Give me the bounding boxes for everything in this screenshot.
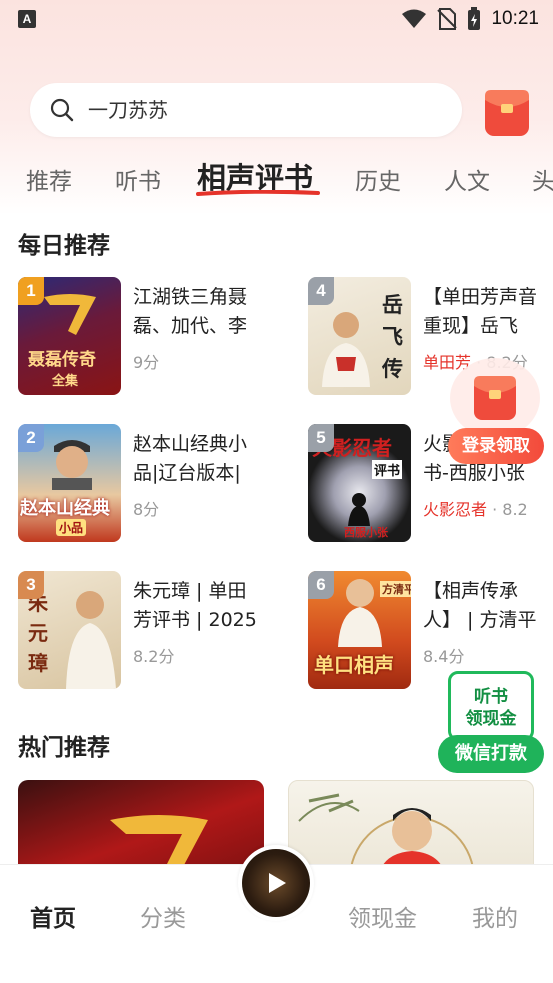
- nav-categories[interactable]: 分类: [140, 899, 186, 933]
- no-sim-icon: [437, 8, 458, 30]
- narrator-figure-icon: [322, 312, 370, 387]
- cover-char: 岳: [382, 292, 403, 317]
- rank-badge: 2: [18, 424, 44, 452]
- book-card[interactable]: 朱 元 璋 3 朱元璋 | 单田芳评书 | 2025 8.2分: [18, 571, 258, 689]
- book-card[interactable]: 聂磊传奇 全集 1 江湖铁三角聂磊、加代、李 9分: [18, 277, 258, 395]
- wechat-cash-promo[interactable]: 听书 领现金: [448, 671, 534, 741]
- search-icon: [50, 98, 74, 122]
- rank-badge: 6: [308, 571, 334, 599]
- floating-red-packet[interactable]: [450, 358, 540, 438]
- book-cover: 火影忍者 评书 西服小张 5: [308, 424, 411, 542]
- rank-badge: 5: [308, 424, 334, 452]
- cover-char: 璋: [28, 651, 48, 675]
- book-title: 【单田芳声音重现】岳飞: [423, 286, 538, 337]
- section-title-daily: 每日推荐: [18, 233, 110, 259]
- cover-title: 赵本山经典: [20, 498, 110, 519]
- book-author: 火影忍者: [423, 500, 488, 519]
- book-cover: 岳 飞 传 4: [308, 277, 411, 395]
- wechat-payout-button[interactable]: 微信打款: [438, 735, 544, 773]
- cover-author: 方清平: [380, 581, 411, 597]
- red-packet-icon: [474, 376, 516, 420]
- login-claim-button[interactable]: 登录领取: [448, 428, 544, 464]
- nav-home[interactable]: 首页: [30, 899, 76, 933]
- cover-char: 传: [382, 356, 403, 381]
- tab-active-underline: [196, 190, 320, 196]
- red-packet-icon[interactable]: [482, 84, 532, 138]
- ninja-silhouette-icon: [348, 493, 370, 526]
- status-time: 10:21: [491, 8, 539, 29]
- tab-headlines[interactable]: 头: [532, 162, 553, 196]
- book-score: 9分: [133, 353, 160, 372]
- status-icons: 10:21: [401, 6, 539, 32]
- book-cover: 方清平 单口相声 6: [308, 571, 411, 689]
- book-title: 【相声传承人】 | 方清平: [423, 580, 537, 631]
- promo-line: 领现金: [465, 709, 517, 729]
- rank-badge: 3: [18, 571, 44, 599]
- now-playing-button[interactable]: [238, 845, 314, 921]
- album-disc: [242, 849, 310, 917]
- tab-recommend[interactable]: 推荐: [26, 162, 72, 196]
- book-score: 8分: [133, 500, 160, 519]
- book-title: 赵本山经典小品|辽台版本|: [133, 433, 248, 484]
- search-bar[interactable]: 一刀苏苏: [30, 83, 462, 137]
- tab-history[interactable]: 历史: [355, 162, 401, 196]
- app-badge-icon: A: [18, 10, 36, 28]
- cover-char: 飞: [382, 324, 403, 349]
- rank-badge: 4: [308, 277, 334, 305]
- promo-line: 听书: [474, 687, 508, 707]
- comedian-figure-icon: [338, 579, 382, 647]
- battery-charging-icon: [468, 7, 481, 30]
- bottom-navigation: 首页 分类 领现金 我的: [0, 845, 553, 983]
- rank-badge: 1: [18, 277, 44, 305]
- cover-author: 西服小张: [344, 526, 388, 539]
- book-score: 8.2分: [133, 647, 175, 666]
- search-query: 一刀苏苏: [88, 98, 168, 122]
- cover-char: 元: [28, 621, 48, 645]
- tab-audiobook[interactable]: 听书: [115, 162, 161, 196]
- section-title-hot: 热门推荐: [18, 735, 110, 761]
- book-cover: 聂磊传奇 全集 1: [18, 277, 121, 395]
- book-cover: 赵本山经典 小品 2: [18, 424, 121, 542]
- cover-title: 单口相声: [314, 653, 394, 677]
- status-bar: A 10:21: [0, 0, 553, 40]
- cover-subtitle: 小品: [56, 519, 87, 536]
- cover-subtitle: 全集: [52, 374, 79, 389]
- book-title: 江湖铁三角聂磊、加代、李: [133, 286, 248, 337]
- play-icon: [269, 873, 286, 893]
- narrator-figure-icon: [66, 591, 116, 689]
- book-score: 8.2: [502, 500, 528, 519]
- logo-icon: [44, 294, 96, 335]
- category-tabs: 推荐 听书 相声评书 历史 人文 头: [0, 150, 553, 200]
- cover-subtitle: 评书: [372, 460, 403, 479]
- cover-title: 聂磊传奇: [28, 350, 96, 370]
- book-meta: 火影忍者 · 8.2: [423, 500, 528, 519]
- book-title: 朱元璋 | 单田芳评书 | 2025: [133, 580, 257, 631]
- wifi-icon: [402, 9, 427, 28]
- tab-humanities[interactable]: 人文: [444, 162, 490, 196]
- book-card[interactable]: 赵本山经典 小品 2 赵本山经典小品|辽台版本| 8分: [18, 424, 258, 542]
- book-score: 8.4分: [423, 647, 465, 666]
- nav-profile[interactable]: 我的: [472, 899, 518, 933]
- book-cover: 朱 元 璋 3: [18, 571, 121, 689]
- comedian-figure-icon: [52, 440, 92, 490]
- nav-earn-cash[interactable]: 领现金: [348, 899, 417, 933]
